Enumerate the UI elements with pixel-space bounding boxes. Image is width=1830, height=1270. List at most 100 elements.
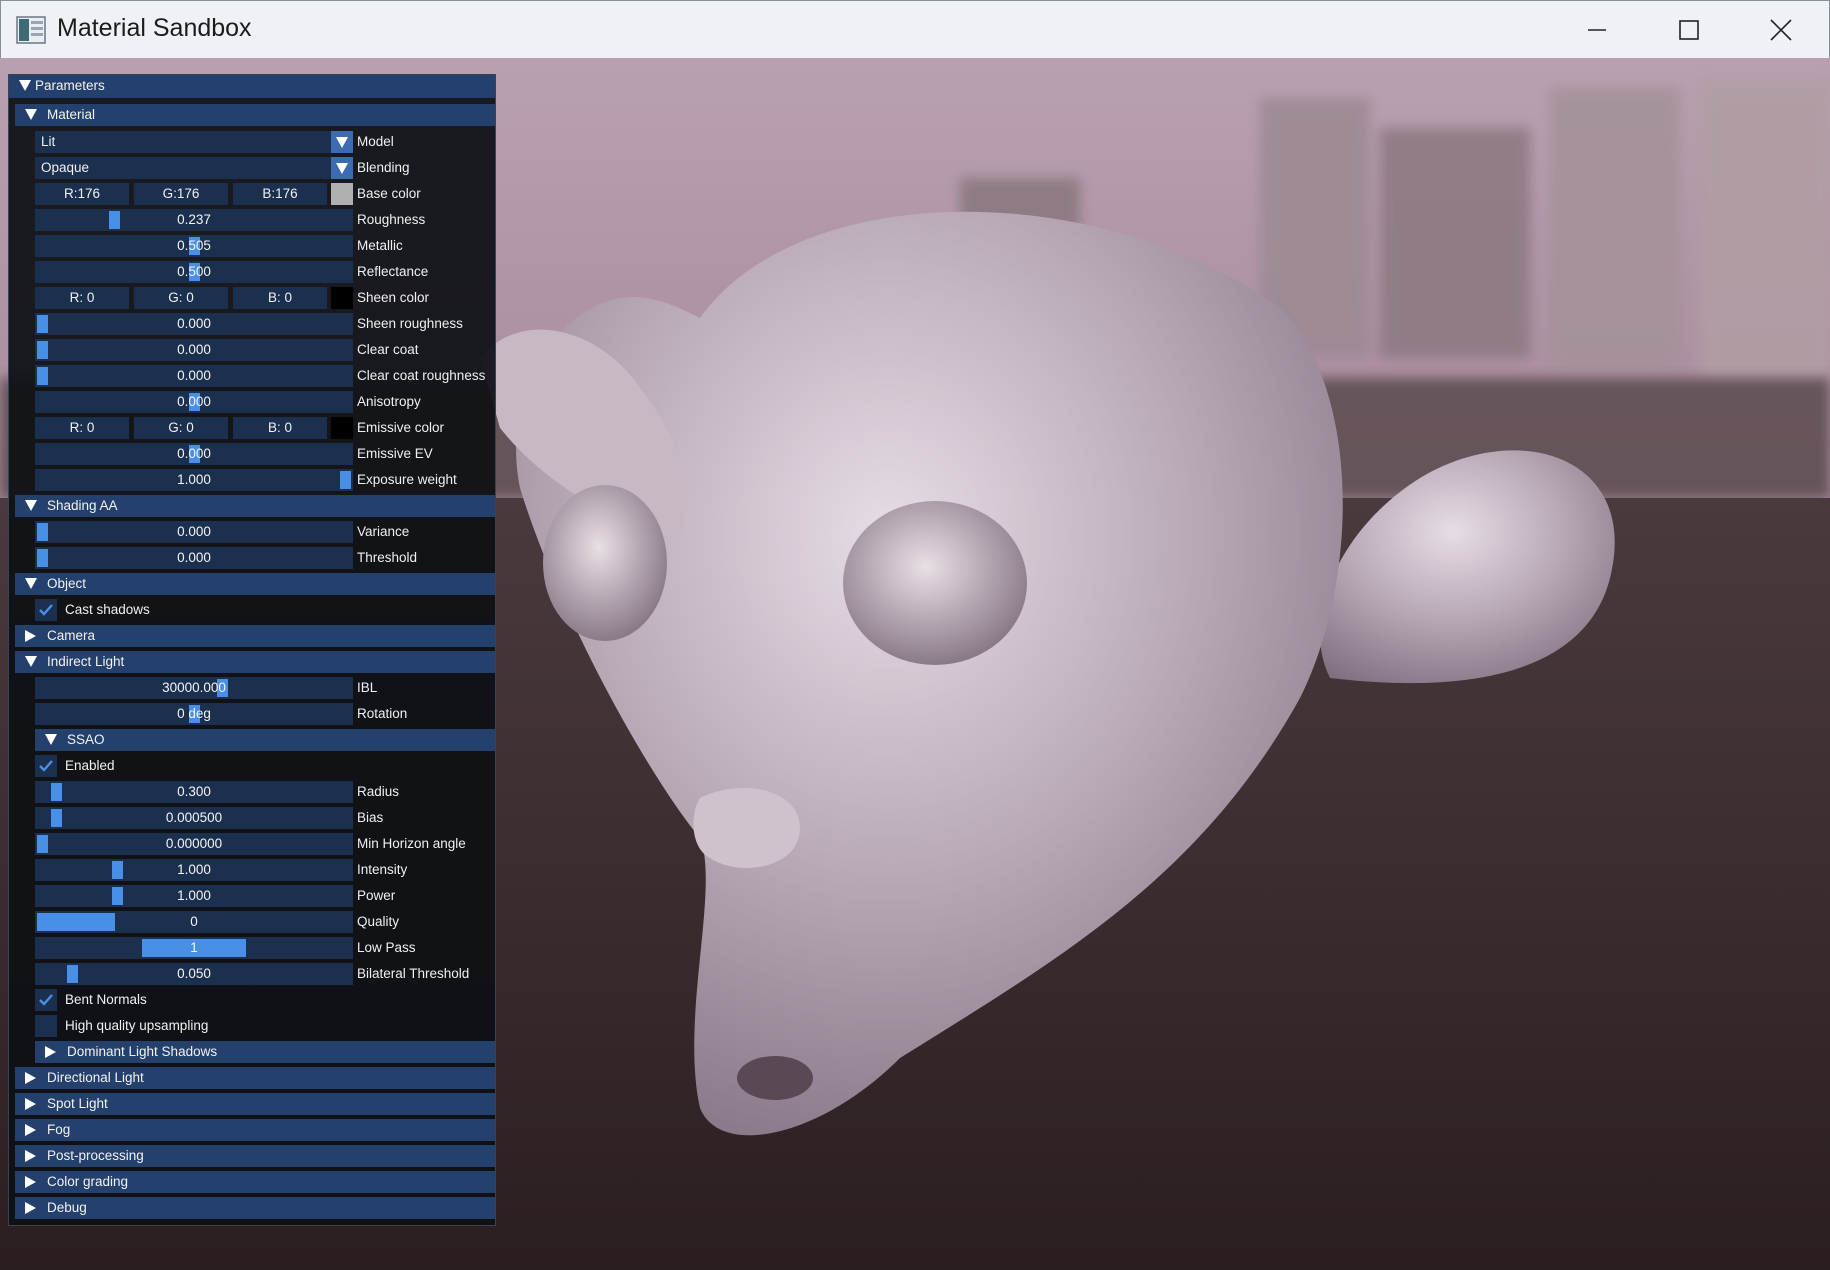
model-value: Lit: [41, 134, 56, 149]
base-color-b[interactable]: B:176: [233, 183, 327, 205]
dropdown-arrow-button[interactable]: [331, 131, 353, 153]
sheen-color-row: R: 0 G: 0 B: 0 Sheen color: [9, 287, 495, 309]
bias-slider[interactable]: 0.000500: [35, 807, 353, 829]
bent-normals-checkbox[interactable]: [35, 989, 57, 1011]
anisotropy-label: Anisotropy: [357, 394, 421, 409]
sheen-color-b[interactable]: B: 0: [233, 287, 327, 309]
min-horizon-angle-row: 0.000000 Min Horizon angle: [9, 833, 495, 855]
roughness-row: 0.237 Roughness: [9, 209, 495, 231]
power-slider[interactable]: 1.000: [35, 885, 353, 907]
post-processing-header[interactable]: Post-processing: [15, 1145, 495, 1167]
spot-light-title: Spot Light: [47, 1096, 108, 1111]
intensity-slider[interactable]: 1.000: [35, 859, 353, 881]
camera-title: Camera: [47, 628, 96, 643]
base-color-swatch[interactable]: [331, 183, 353, 205]
chevron-down-icon: [336, 137, 348, 148]
sheen-color-swatch[interactable]: [331, 287, 353, 309]
radius-slider[interactable]: 0.300: [35, 781, 353, 803]
model-label: Model: [357, 134, 394, 149]
metallic-slider[interactable]: 0.505: [35, 235, 353, 257]
minimize-button[interactable]: [1551, 1, 1643, 59]
cast-shadows-checkbox[interactable]: [35, 599, 57, 621]
blending-combo[interactable]: Opaque: [35, 157, 353, 179]
low-pass-row: 1 Low Pass: [9, 937, 495, 959]
bilateral-threshold-slider[interactable]: 0.050: [35, 963, 353, 985]
low-pass-slider[interactable]: 1: [35, 937, 353, 959]
high-quality-upsampling-checkbox[interactable]: [35, 1015, 57, 1037]
material-header[interactable]: Material: [15, 104, 495, 126]
clear-coat-slider[interactable]: 0.000: [35, 339, 353, 361]
ssao-header[interactable]: SSAO: [35, 729, 495, 751]
emissive-ev-slider[interactable]: 0.000: [35, 443, 353, 465]
clear-coat-row: 0.000 Clear coat: [9, 339, 495, 361]
b-value: B:176: [262, 186, 298, 201]
camera-header[interactable]: Camera: [15, 625, 495, 647]
close-button[interactable]: [1735, 1, 1827, 59]
emissive-color-g[interactable]: G: 0: [134, 417, 228, 439]
dominant-light-shadows-header[interactable]: Dominant Light Shadows: [35, 1041, 495, 1063]
variance-slider[interactable]: 0.000: [35, 521, 353, 543]
shading-aa-header[interactable]: Shading AA: [15, 495, 495, 517]
expand-arrow-icon: [25, 1072, 36, 1084]
parameters-title: Parameters: [35, 78, 105, 93]
threshold-row: 0.000 Threshold: [9, 547, 495, 569]
parameters-header[interactable]: Parameters: [9, 75, 495, 98]
slider-value: 0.000: [177, 368, 211, 383]
fog-title: Fog: [47, 1122, 71, 1137]
emissive-color-swatch[interactable]: [331, 417, 353, 439]
reflectance-label: Reflectance: [357, 264, 429, 279]
anisotropy-slider[interactable]: 0.000: [35, 391, 353, 413]
exposure-weight-slider[interactable]: 1.000: [35, 469, 353, 491]
base-color-g[interactable]: G:176: [134, 183, 228, 205]
reflectance-row: 0.500 Reflectance: [9, 261, 495, 283]
quality-label: Quality: [357, 914, 400, 929]
power-row: 1.000 Power: [9, 885, 495, 907]
sheen-roughness-slider[interactable]: 0.000: [35, 313, 353, 335]
ssao-title: SSAO: [67, 732, 105, 747]
base-color-r[interactable]: R:176: [35, 183, 129, 205]
dropdown-arrow-button[interactable]: [331, 157, 353, 179]
g-value: G: 0: [168, 420, 194, 435]
ssao-enabled-row: Enabled: [9, 755, 495, 777]
sheen-color-r[interactable]: R: 0: [35, 287, 129, 309]
slider-value: 0.000: [177, 446, 211, 461]
ssao-enabled-checkbox[interactable]: [35, 755, 57, 777]
high-quality-upsampling-row: High quality upsampling: [9, 1015, 495, 1037]
slider-value: 0.000000: [165, 836, 223, 851]
chevron-down-icon: [336, 163, 348, 174]
clear-coat-roughness-slider[interactable]: 0.000: [35, 365, 353, 387]
debug-header[interactable]: Debug: [15, 1197, 495, 1219]
expand-arrow-icon: [25, 1176, 36, 1188]
rotation-slider[interactable]: 0 deg: [35, 703, 353, 725]
threshold-slider[interactable]: 0.000: [35, 547, 353, 569]
indirect-light-header[interactable]: Indirect Light: [15, 651, 495, 673]
ibl-slider[interactable]: 30000.000: [35, 677, 353, 699]
base-color-label: Base color: [357, 186, 421, 201]
emissive-color-r[interactable]: R: 0: [35, 417, 129, 439]
emissive-color-row: R: 0 G: 0 B: 0 Emissive color: [9, 417, 495, 439]
slider-value: 0.505: [177, 238, 211, 253]
shading-aa-title: Shading AA: [47, 498, 118, 513]
ibl-row: 30000.000 IBL: [9, 677, 495, 699]
variance-label: Variance: [357, 524, 410, 539]
sheen-color-g[interactable]: G: 0: [134, 287, 228, 309]
checkmark-icon: [39, 994, 53, 1006]
quality-slider[interactable]: 0: [35, 911, 353, 933]
fog-header[interactable]: Fog: [15, 1119, 495, 1141]
model-combo[interactable]: Lit: [35, 131, 353, 153]
g-value: G: 0: [168, 290, 194, 305]
color-grading-header[interactable]: Color grading: [15, 1171, 495, 1193]
spot-light-header[interactable]: Spot Light: [15, 1093, 495, 1115]
emissive-color-b[interactable]: B: 0: [233, 417, 327, 439]
directional-light-header[interactable]: Directional Light: [15, 1067, 495, 1089]
variance-row: 0.000 Variance: [9, 521, 495, 543]
maximize-button[interactable]: [1643, 1, 1735, 59]
metallic-label: Metallic: [357, 238, 403, 253]
bias-label: Bias: [357, 810, 384, 825]
reflectance-slider[interactable]: 0.500: [35, 261, 353, 283]
object-header[interactable]: Object: [15, 573, 495, 595]
min-horizon-angle-slider[interactable]: 0.000000: [35, 833, 353, 855]
high-quality-upsampling-label: High quality upsampling: [65, 1018, 209, 1033]
roughness-slider[interactable]: 0.237: [35, 209, 353, 231]
clear-coat-roughness-row: 0.000 Clear coat roughness: [9, 365, 495, 387]
